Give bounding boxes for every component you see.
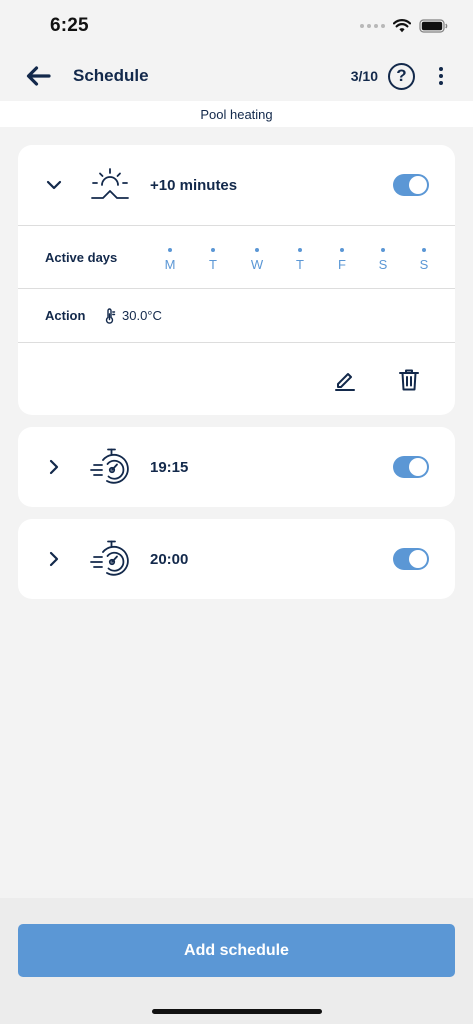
active-days-row: Active days M T W T F S S [18,226,455,288]
schedule-card-header[interactable]: +10 minutes [18,145,455,225]
arrow-left-icon [26,66,51,86]
add-schedule-button[interactable]: Add schedule [18,924,455,977]
edit-button[interactable] [332,367,358,393]
help-button[interactable]: ? [388,62,415,90]
schedule-label: 19:15 [150,458,189,476]
trash-icon [399,369,419,391]
schedule-card: +10 minutes Active days M T W T F S S Ac… [18,145,455,415]
day-tuesday[interactable]: T [203,226,223,288]
day-monday[interactable]: M [160,226,180,288]
chevron-right-icon [49,551,59,567]
page-title: Schedule [73,66,149,85]
sunrise-icon [91,168,129,199]
wifi-icon [393,19,411,33]
schedule-card-header[interactable]: 20:00 [18,519,455,599]
action-value: 30.0°C [104,307,162,324]
day-friday[interactable]: F [332,226,352,288]
signal-icon [360,24,385,28]
schedule-toggle[interactable] [393,174,429,196]
more-options-button[interactable] [429,61,453,91]
battery-icon [419,19,448,33]
device-name-bar: Pool heating [0,101,473,127]
day-thursday[interactable]: T [290,226,310,288]
back-button[interactable] [22,60,54,92]
day-sunday[interactable]: S [414,226,434,288]
status-bar: 6:25 [0,0,473,52]
question-mark-icon: ? [396,66,407,85]
home-indicator [152,1009,322,1014]
schedule-toggle[interactable] [393,548,429,570]
day-wednesday[interactable]: W [247,226,267,288]
more-vertical-icon [439,67,443,71]
card-actions [18,343,455,415]
delete-button[interactable] [396,367,422,393]
schedule-card: 20:00 [18,519,455,599]
status-icons [360,19,449,33]
day-saturday[interactable]: S [373,226,393,288]
expand-button[interactable] [42,455,66,479]
thermometer-icon [105,307,116,324]
schedule-card-header[interactable]: 19:15 [18,427,455,507]
app-bar: Schedule 3/10 ? [0,52,473,100]
schedule-counter: 3/10 [350,68,378,84]
schedule-card: 19:15 [18,427,455,507]
timer-icon [90,448,129,484]
timer-icon [90,540,129,576]
schedule-label: +10 minutes [150,176,238,194]
expand-button[interactable] [42,547,66,571]
active-days-label: Active days [45,249,118,265]
schedule-label: 20:00 [150,550,189,568]
target-temperature: 30.0°C [122,308,162,323]
expand-button[interactable] [42,173,66,197]
device-name: Pool heating [200,106,273,122]
chevron-down-icon [46,180,62,190]
chevron-right-icon [49,459,59,475]
action-row: Action 30.0°C [18,289,455,342]
pencil-icon [335,373,355,391]
schedule-toggle[interactable] [393,456,429,478]
action-label: Action [45,308,86,323]
status-time: 6:25 [50,15,89,36]
